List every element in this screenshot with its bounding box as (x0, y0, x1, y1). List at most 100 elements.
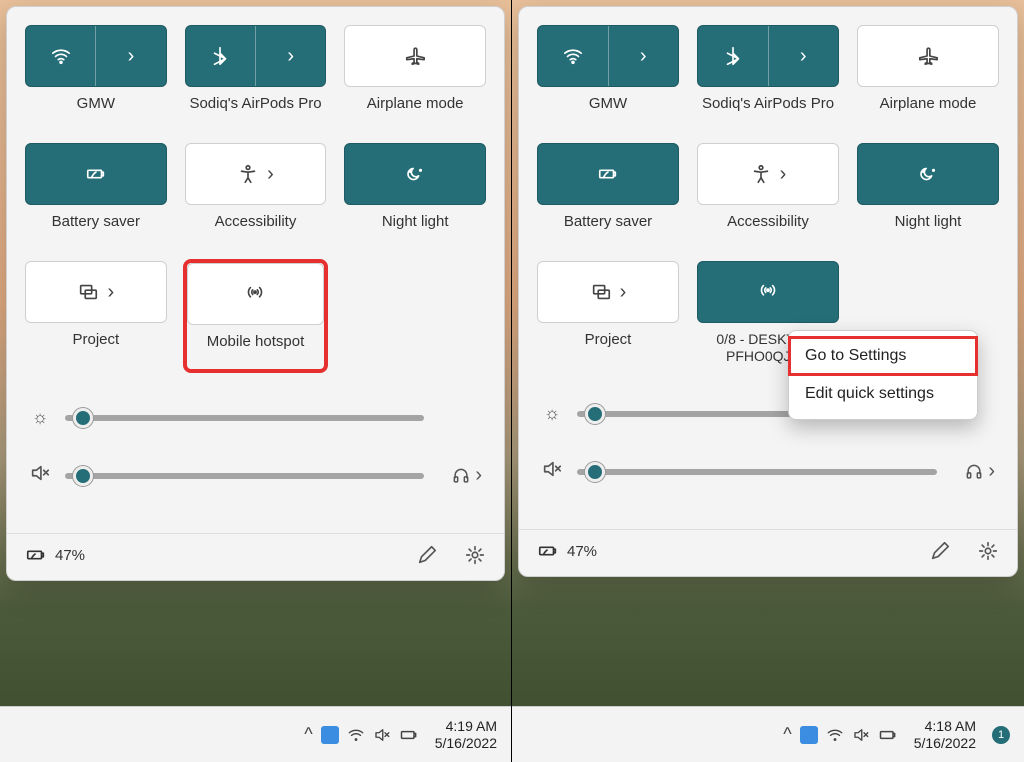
wifi-icon (562, 45, 584, 67)
battery-pct: 47% (567, 543, 597, 560)
chevron-right-icon[interactable]: › (640, 45, 647, 68)
bluetooth-tile[interactable]: › (185, 25, 327, 87)
bluetooth-tile[interactable]: › (697, 25, 839, 87)
accessibility-icon (237, 163, 259, 185)
chevron-right-icon[interactable]: › (475, 464, 482, 487)
volume-mute-icon[interactable] (852, 726, 870, 744)
project-label: Project (585, 331, 632, 367)
battery-status[interactable]: 47% (537, 540, 597, 562)
battery-icon (537, 540, 559, 562)
battery-saver-icon (597, 163, 619, 185)
chevron-right-icon[interactable]: › (988, 460, 995, 483)
battery-icon[interactable] (878, 725, 898, 745)
battery-pct: 47% (55, 547, 85, 564)
system-tray: ^ (304, 724, 418, 745)
accessibility-tile[interactable]: › (697, 143, 839, 205)
accessibility-label: Accessibility (215, 213, 297, 249)
taskbar-clock[interactable]: 4:18 AM 5/16/2022 (914, 718, 976, 752)
chevron-right-icon[interactable]: › (620, 281, 627, 304)
night-light-icon (917, 163, 939, 185)
taskbar-time: 4:19 AM (435, 718, 497, 735)
edit-icon[interactable] (416, 544, 438, 566)
accessibility-label: Accessibility (727, 213, 809, 249)
gear-icon[interactable] (464, 544, 486, 566)
night-light-label: Night light (895, 213, 962, 249)
brightness-slider[interactable]: ☼ (29, 407, 482, 428)
audio-output-icon[interactable] (451, 466, 471, 486)
chevron-right-icon[interactable]: › (800, 45, 807, 68)
battery-saver-tile[interactable] (537, 143, 679, 205)
edit-icon[interactable] (929, 540, 951, 562)
bluetooth-label: Sodiq's AirPods Pro (702, 95, 834, 131)
project-tile[interactable]: › (25, 261, 167, 323)
audio-output-icon[interactable] (964, 462, 984, 482)
volume-mute-icon (541, 458, 563, 485)
context-menu: Go to Settings Edit quick settings (788, 330, 978, 420)
wifi-icon[interactable] (826, 726, 844, 744)
airplane-icon (404, 45, 426, 67)
mobile-hotspot-label: Mobile hotspot (187, 333, 325, 369)
taskbar-date: 5/16/2022 (435, 735, 497, 752)
airplane-label: Airplane mode (880, 95, 977, 131)
quick-settings-flyout: › GMW › Sodiq's AirPods Pro Airplane mod… (6, 6, 505, 581)
battery-saver-label: Battery saver (52, 213, 140, 249)
chevron-right-icon[interactable]: › (107, 281, 114, 304)
taskbar-clock[interactable]: 4:19 AM 5/16/2022 (435, 718, 497, 752)
battery-icon (25, 544, 47, 566)
context-go-to-settings[interactable]: Go to Settings (789, 337, 977, 375)
project-label: Project (72, 331, 119, 367)
taskbar-date: 5/16/2022 (914, 735, 976, 752)
night-light-label: Night light (382, 213, 449, 249)
battery-status[interactable]: 47% (25, 544, 85, 566)
chevron-right-icon[interactable]: › (287, 45, 294, 68)
brightness-icon: ☼ (541, 403, 563, 424)
chevron-right-icon[interactable]: › (267, 163, 274, 186)
mobile-hotspot-tile[interactable] (697, 261, 839, 323)
quick-settings-footer: 47% (519, 529, 1017, 572)
wifi-tile[interactable]: › (25, 25, 167, 87)
battery-saver-icon (85, 163, 107, 185)
notification-badge[interactable]: 1 (992, 726, 1010, 744)
project-tile[interactable]: › (537, 261, 679, 323)
wifi-icon[interactable] (347, 726, 365, 744)
battery-icon[interactable] (399, 725, 419, 745)
battery-saver-tile[interactable] (25, 143, 167, 205)
chevron-right-icon[interactable]: › (780, 163, 787, 186)
night-light-tile[interactable] (344, 143, 486, 205)
chevron-right-icon[interactable]: › (128, 45, 135, 68)
bluetooth-icon (722, 45, 744, 67)
mobile-hotspot-tile[interactable] (187, 263, 325, 325)
volume-slider[interactable]: › (541, 458, 995, 485)
taskbar: ^ 4:19 AM 5/16/2022 (0, 706, 511, 762)
airplane-tile[interactable] (344, 25, 486, 87)
accessibility-tile[interactable]: › (185, 143, 327, 205)
volume-mute-icon[interactable] (373, 726, 391, 744)
chevron-up-icon[interactable]: ^ (304, 724, 312, 745)
wifi-tile[interactable]: › (537, 25, 679, 87)
taskbar-time: 4:18 AM (914, 718, 976, 735)
night-light-icon (404, 163, 426, 185)
gear-icon[interactable] (977, 540, 999, 562)
battery-saver-label: Battery saver (564, 213, 652, 249)
bluetooth-icon (209, 45, 231, 67)
wifi-label: GMW (589, 95, 627, 131)
project-icon (77, 281, 99, 303)
chevron-up-icon[interactable]: ^ (783, 724, 791, 745)
quick-settings-footer: 47% (7, 533, 504, 576)
wifi-icon (50, 45, 72, 67)
tray-app-icon[interactable] (321, 726, 339, 744)
brightness-icon: ☼ (29, 407, 51, 428)
volume-slider[interactable]: › (29, 462, 482, 489)
night-light-tile[interactable] (857, 143, 999, 205)
tray-app-icon[interactable] (800, 726, 818, 744)
project-icon (590, 281, 612, 303)
bluetooth-label: Sodiq's AirPods Pro (189, 95, 321, 131)
system-tray: ^ (783, 724, 897, 745)
hotspot-icon (757, 281, 779, 303)
airplane-tile[interactable] (857, 25, 999, 87)
airplane-icon (917, 45, 939, 67)
context-edit-quick-settings[interactable]: Edit quick settings (789, 375, 977, 413)
hotspot-icon (244, 283, 266, 305)
airplane-label: Airplane mode (367, 95, 464, 131)
quick-settings-flyout: › GMW › Sodiq's AirPods Pro Airplane mod… (518, 6, 1018, 577)
